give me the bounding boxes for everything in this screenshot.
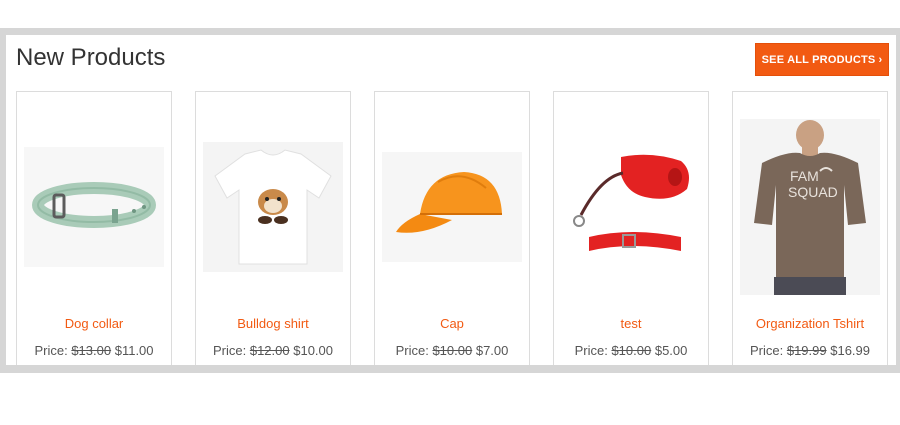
old-price: $10.00 — [432, 343, 473, 358]
tshirt-image[interactable]: FAM SQUAD — [733, 112, 887, 302]
section-title: New Products — [16, 44, 166, 71]
product-name[interactable]: Cap — [375, 316, 529, 331]
leash-image[interactable] — [554, 112, 708, 302]
product-card[interactable]: Dog collar Price: $13.00 $11.00 — [16, 91, 172, 365]
product-price: Price: $13.00 $11.00 — [17, 343, 171, 358]
products-frame: New Products SEE ALL PRODUCTS › Dog coll… — [0, 28, 900, 373]
dog-collar-image[interactable] — [17, 112, 171, 302]
product-price: Price: $10.00 $7.00 — [375, 343, 529, 358]
price-label: Price: — [212, 343, 247, 358]
product-price: Price: $10.00 $5.00 — [554, 343, 708, 358]
product-price: Price: $12.00 $10.00 — [196, 343, 350, 358]
product-name[interactable]: test — [554, 316, 708, 331]
new-price: $5.00 — [654, 343, 688, 358]
old-price: $13.00 — [71, 343, 112, 358]
bulldog-shirt-image[interactable] — [196, 112, 350, 302]
product-name[interactable]: Organization Tshirt — [733, 316, 887, 331]
price-label: Price: — [395, 343, 429, 358]
cap-image[interactable] — [375, 112, 529, 302]
product-price: Price: $19.99 $16.99 — [733, 343, 887, 358]
new-price: $11.00 — [114, 343, 154, 358]
product-card[interactable]: test Price: $10.00 $5.00 — [553, 91, 709, 365]
product-name[interactable]: Dog collar — [17, 316, 171, 331]
product-card[interactable]: Bulldog shirt Price: $12.00 $10.00 — [195, 91, 351, 365]
new-price: $7.00 — [475, 343, 509, 358]
see-all-label: SEE ALL PRODUCTS — [761, 53, 876, 66]
product-card[interactable]: FAM SQUAD Organization Tshirt Price: $19… — [732, 91, 888, 365]
price-label: Price: — [574, 343, 608, 358]
old-price: $12.00 — [249, 343, 290, 358]
svg-text:SQUAD: SQUAD — [788, 184, 838, 200]
product-card[interactable]: Cap Price: $10.00 $7.00 — [374, 91, 530, 365]
price-label: Price: — [749, 343, 784, 358]
chevron-right-icon: › — [878, 53, 883, 66]
price-label: Price: — [34, 343, 68, 358]
new-price: $10.00 — [293, 343, 333, 358]
old-price: $10.00 — [611, 343, 652, 358]
svg-text:FAM: FAM — [790, 168, 819, 184]
see-all-products-button[interactable]: SEE ALL PRODUCTS › — [755, 43, 889, 76]
new-price: $16.99 — [830, 343, 870, 358]
new-products-panel: New Products SEE ALL PRODUCTS › Dog coll… — [6, 35, 896, 365]
old-price: $19.99 — [786, 343, 827, 358]
product-name[interactable]: Bulldog shirt — [196, 316, 350, 331]
